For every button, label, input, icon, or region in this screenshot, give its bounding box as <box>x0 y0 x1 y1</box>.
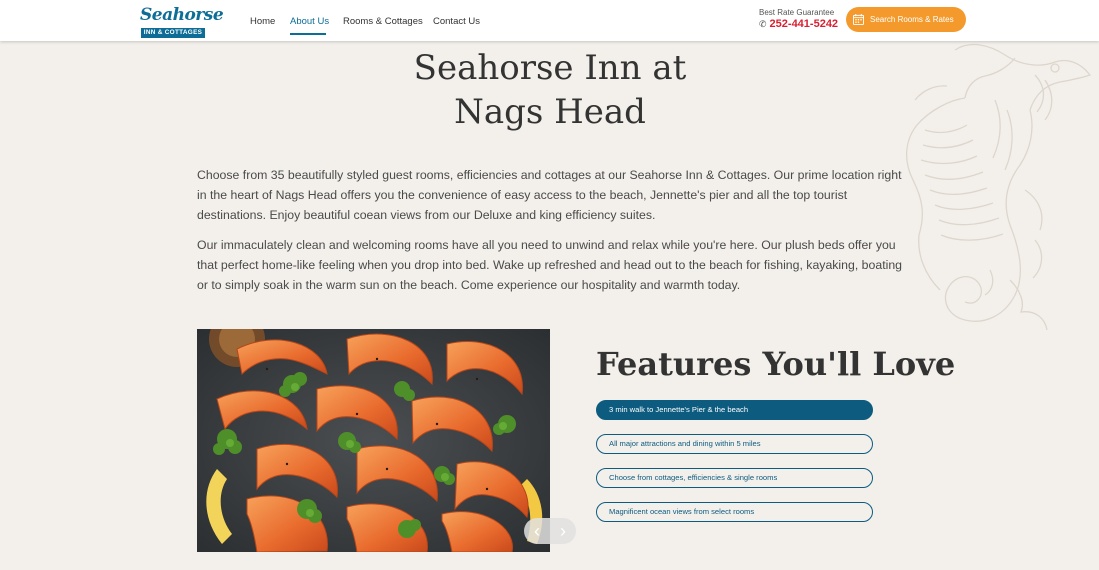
nav-about-us[interactable]: About Us <box>290 16 329 27</box>
best-rate-label: Best Rate Guarantee <box>759 8 835 17</box>
page-title-line-2: Nags Head <box>454 92 646 132</box>
search-rooms-button[interactable]: Search Rooms & Rates <box>846 7 966 32</box>
phone-icon: ✆ <box>759 19 767 29</box>
logo-band: INN & COTTAGES <box>141 28 205 38</box>
features-title: Features You'll Love <box>596 345 956 383</box>
nav-home[interactable]: Home <box>250 16 275 27</box>
chevron-left-icon[interactable]: ‹ <box>524 518 550 544</box>
feature-pill-attractions[interactable]: All major attractions and dining within … <box>596 434 873 454</box>
logo-wordmark: Seahorse <box>140 5 224 25</box>
chevron-right-icon[interactable]: › <box>550 518 576 544</box>
photo-slider[interactable] <box>197 329 550 552</box>
shrimp-dish-photo <box>197 329 550 552</box>
calendar-icon <box>853 14 864 25</box>
feature-pill-pier[interactable]: 3 min walk to Jennette's Pier & the beac… <box>596 400 873 420</box>
site-header: Seahorse INN & COTTAGES Home About Us Ro… <box>0 0 1099 41</box>
phone-link[interactable]: ✆ 252-441-5242 <box>759 18 838 30</box>
search-rooms-label: Search Rooms & Rates <box>870 15 954 24</box>
phone-number: 252-441-5242 <box>769 18 839 30</box>
site-logo[interactable]: Seahorse INN & COTTAGES <box>140 3 224 38</box>
nav-rooms-cottages[interactable]: Rooms & Cottages <box>343 16 423 27</box>
page-title: Seahorse Inn at Nags Head <box>330 46 770 134</box>
nav-contact-us[interactable]: Contact Us <box>433 16 480 27</box>
seahorse-illustration <box>906 43 1092 331</box>
page-title-line-1: Seahorse Inn at <box>413 48 687 88</box>
feature-pill-ocean-views[interactable]: Magnificent ocean views from select room… <box>596 502 873 522</box>
slider-controls: ‹ › <box>524 518 576 544</box>
intro-paragraph: Choose from 35 beautifully styled guest … <box>197 168 902 222</box>
feature-pill-room-types[interactable]: Choose from cottages, efficiencies & sin… <box>596 468 873 488</box>
rooms-paragraph: Our immaculately clean and welcoming roo… <box>197 238 903 292</box>
active-nav-underline <box>290 33 326 35</box>
